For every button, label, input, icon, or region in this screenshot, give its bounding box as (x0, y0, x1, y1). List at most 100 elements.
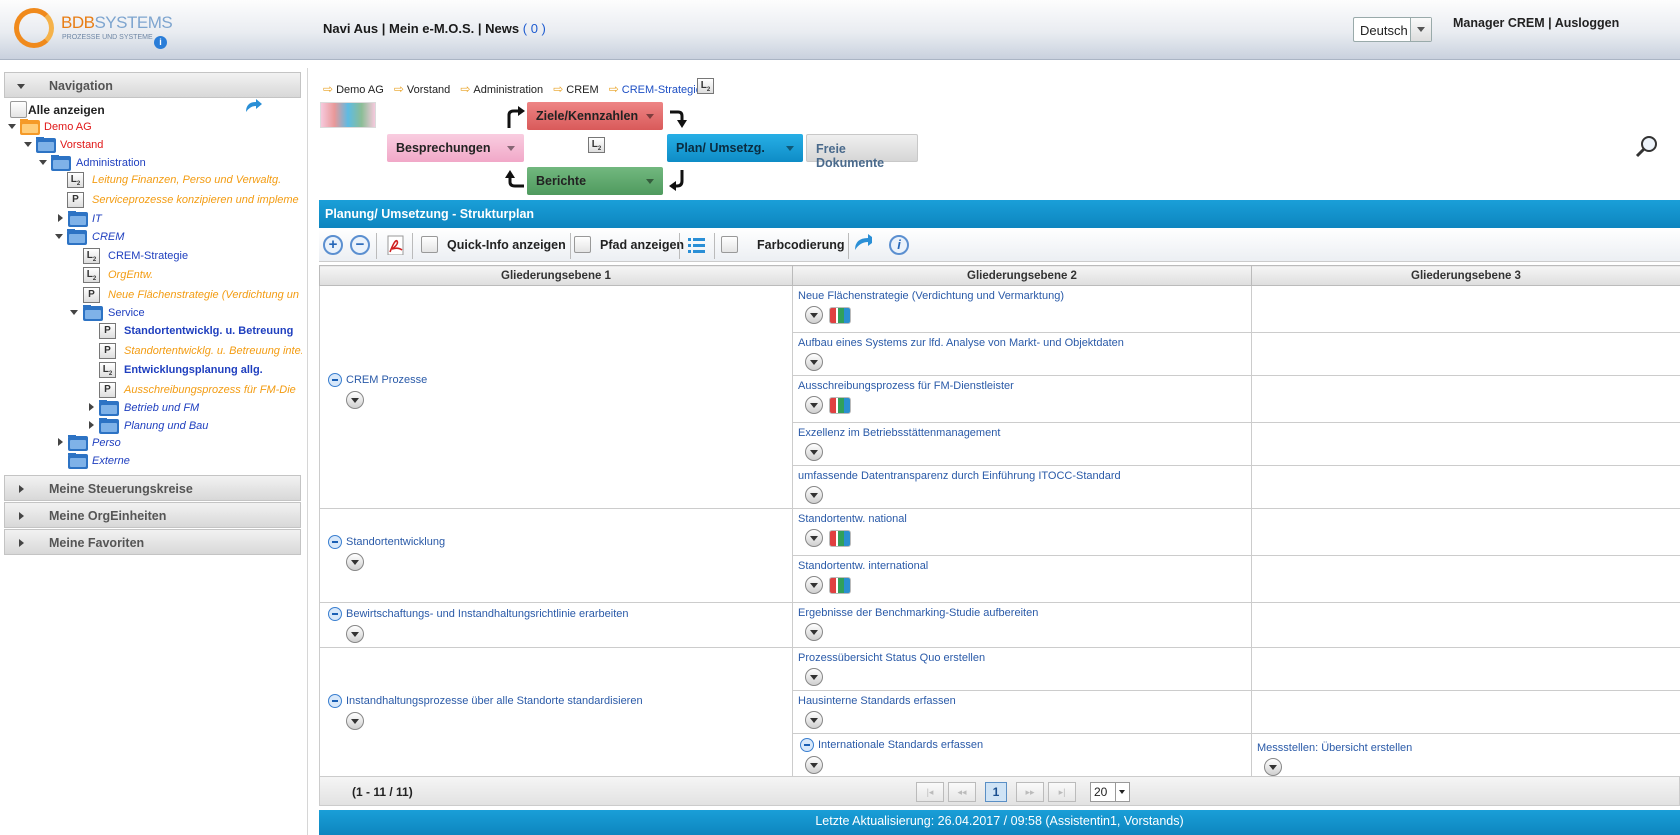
tree-node-entwicklungsplanung[interactable]: L2 Entwicklungsplanung allg. (99, 362, 302, 380)
expander-icon[interactable] (58, 438, 67, 446)
level2-link[interactable]: Exzellenz im Betriebsstättenmanagement (798, 427, 1000, 439)
breadcrumb-item[interactable]: Demo AG (323, 82, 384, 96)
collapse-icon[interactable] (328, 607, 342, 621)
level2-link[interactable]: Neue Flächenstrategie (Verdichtung und V… (798, 290, 1064, 302)
dropdown-icon[interactable] (346, 552, 364, 571)
berichte-button[interactable]: Berichte (527, 167, 663, 195)
breadcrumb-item[interactable]: Administration (460, 82, 543, 96)
tree-node-service[interactable]: Service (70, 305, 302, 323)
tree-node-vorstand[interactable]: Vorstand (24, 137, 304, 155)
language-select[interactable]: Deutsch (1353, 17, 1432, 42)
chevron-down-icon[interactable] (1410, 18, 1431, 41)
freie-dokumente-button[interactable]: Freie Dokumente (806, 134, 918, 170)
tree-node-serviceprozesse[interactable]: P Serviceprozesse konzipieren und implem… (67, 192, 302, 210)
expander-icon[interactable] (39, 160, 47, 169)
farbcodierung-checkbox[interactable] (721, 236, 738, 253)
pdf-export-icon[interactable] (386, 235, 406, 255)
tree-node-neue-flaechen[interactable]: P Neue Flächenstrategie (Verdichtung un (83, 287, 302, 305)
tree-node-administration[interactable]: Administration (39, 155, 304, 173)
tree-node-ausschreibung[interactable]: P Ausschreibungsprozess für FM-Die (99, 382, 302, 400)
level2-link[interactable]: Aufbau eines Systems zur lfd. Analyse vo… (798, 337, 1124, 349)
column-header[interactable]: Gliederungsebene 1 (319, 265, 793, 286)
level3-link[interactable]: Messstellen: Übersicht erstellen (1257, 742, 1412, 754)
plan-umsetzung-button[interactable]: Plan/ Umsetzg. (667, 134, 803, 162)
level2-link[interactable]: Standortentw. national (798, 513, 907, 525)
dropdown-icon[interactable] (805, 756, 823, 774)
accordion-favoriten[interactable]: Meine Favoriten (4, 529, 301, 555)
next-page-button[interactable]: ▸▸ (1016, 782, 1044, 802)
status-icon[interactable] (829, 576, 851, 594)
level2-link[interactable]: Ergebnisse der Benchmarking-Studie aufbe… (798, 607, 1038, 619)
column-header[interactable]: Gliederungsebene 3 (1251, 265, 1680, 286)
dropdown-icon[interactable] (805, 576, 823, 594)
show-all-checkbox[interactable] (10, 101, 27, 118)
logout-link[interactable]: Ausloggen (1555, 16, 1620, 30)
level2-link[interactable]: Internationale Standards erfassen (818, 739, 983, 751)
status-icon[interactable] (829, 529, 851, 547)
tree-node-planung[interactable]: Planung und Bau (87, 418, 302, 436)
ziele-button[interactable]: Ziele/Kennzahlen (527, 102, 663, 130)
list-view-icon[interactable] (687, 235, 707, 255)
expander-icon[interactable] (55, 234, 63, 243)
dropdown-icon[interactable] (805, 443, 823, 461)
first-page-button[interactable]: |◂ (916, 782, 944, 802)
color-legend[interactable] (320, 102, 376, 128)
dropdown-icon[interactable] (805, 306, 823, 324)
dropdown-icon[interactable] (805, 529, 823, 547)
dropdown-icon[interactable] (805, 353, 823, 371)
status-icon[interactable] (829, 306, 851, 324)
page-size-select[interactable]: 20 (1090, 782, 1130, 802)
expander-icon[interactable] (89, 421, 98, 429)
dropdown-icon[interactable] (346, 712, 364, 730)
collapse-icon[interactable] (800, 738, 814, 752)
quick-info-checkbox[interactable] (421, 236, 438, 253)
tree-node-demo-ag[interactable]: Demo AG (8, 119, 298, 137)
expander-icon[interactable] (8, 124, 16, 133)
tree-node-betrieb[interactable]: Betrieb und FM (87, 400, 302, 418)
expander-icon[interactable] (70, 310, 78, 319)
besprechungen-button[interactable]: Besprechungen (387, 134, 524, 162)
refresh-icon[interactable] (243, 98, 263, 116)
level2-link[interactable]: Hausinterne Standards erfassen (798, 695, 956, 707)
level2-link[interactable]: Prozessübersicht Status Quo erstellen (798, 652, 985, 664)
chevron-down-icon[interactable] (1115, 783, 1129, 801)
expander-icon[interactable] (89, 403, 98, 411)
refresh-icon[interactable] (852, 232, 872, 252)
search-icon[interactable] (1634, 134, 1660, 160)
dropdown-icon[interactable] (805, 711, 823, 729)
navi-aus-link[interactable]: Navi Aus (323, 21, 378, 36)
accordion-navigation[interactable]: Navigation (4, 72, 301, 98)
level1-link[interactable]: CREM Prozesse (346, 374, 427, 386)
tree-node-crem[interactable]: CREM (55, 229, 302, 247)
column-header[interactable]: Gliederungsebene 2 (792, 265, 1252, 286)
dropdown-icon[interactable] (346, 625, 364, 643)
info-icon[interactable]: i (889, 235, 909, 255)
company-logo[interactable]: BDBSYSTEMS PROZESSE UND SYSTEME i (14, 8, 174, 52)
tree-node-it[interactable]: IT (56, 211, 302, 229)
tree-node-externe[interactable]: Externe (56, 453, 302, 471)
info-icon[interactable]: i (154, 36, 167, 49)
dropdown-icon[interactable] (346, 391, 364, 409)
expand-all-icon[interactable]: + (323, 235, 343, 255)
tree-node-standort-inte[interactable]: P Standortentwicklg. u. Betreuung inte. (99, 343, 302, 361)
collapse-icon[interactable] (328, 373, 342, 387)
tree-node-leitung[interactable]: L2 Leitung Finanzen, Perso und Verwaltg. (67, 172, 302, 190)
user-name[interactable]: Manager CREM (1453, 16, 1545, 30)
level1-link[interactable]: Bewirtschaftungs- und Instandhaltungsric… (346, 608, 629, 620)
expander-icon[interactable] (24, 142, 32, 151)
dropdown-icon[interactable] (1264, 758, 1282, 776)
level1-link[interactable]: Standortentwicklung (346, 535, 445, 547)
accordion-orgeinheiten[interactable]: Meine OrgEinheiten (4, 502, 301, 528)
tree-node-standort-betreuung[interactable]: P Standortentwicklg. u. Betreuung (99, 323, 302, 341)
breadcrumb-item[interactable]: Vorstand (394, 82, 450, 96)
level1-link[interactable]: Instandhaltungsprozesse über alle Stando… (346, 695, 643, 707)
last-page-button[interactable]: ▸| (1048, 782, 1076, 802)
collapse-icon[interactable] (328, 534, 342, 549)
dropdown-icon[interactable] (805, 668, 823, 686)
collapse-all-icon[interactable]: − (350, 235, 370, 255)
dropdown-icon[interactable] (805, 486, 823, 504)
accordion-steuerungskreise[interactable]: Meine Steuerungskreise (4, 475, 301, 501)
breadcrumb-item[interactable]: CREM (553, 82, 598, 96)
tree-node-crem-strategie[interactable]: L2 CREM-Strategie (83, 248, 302, 266)
mein-emos-link[interactable]: Mein e-M.O.S. (389, 21, 474, 36)
